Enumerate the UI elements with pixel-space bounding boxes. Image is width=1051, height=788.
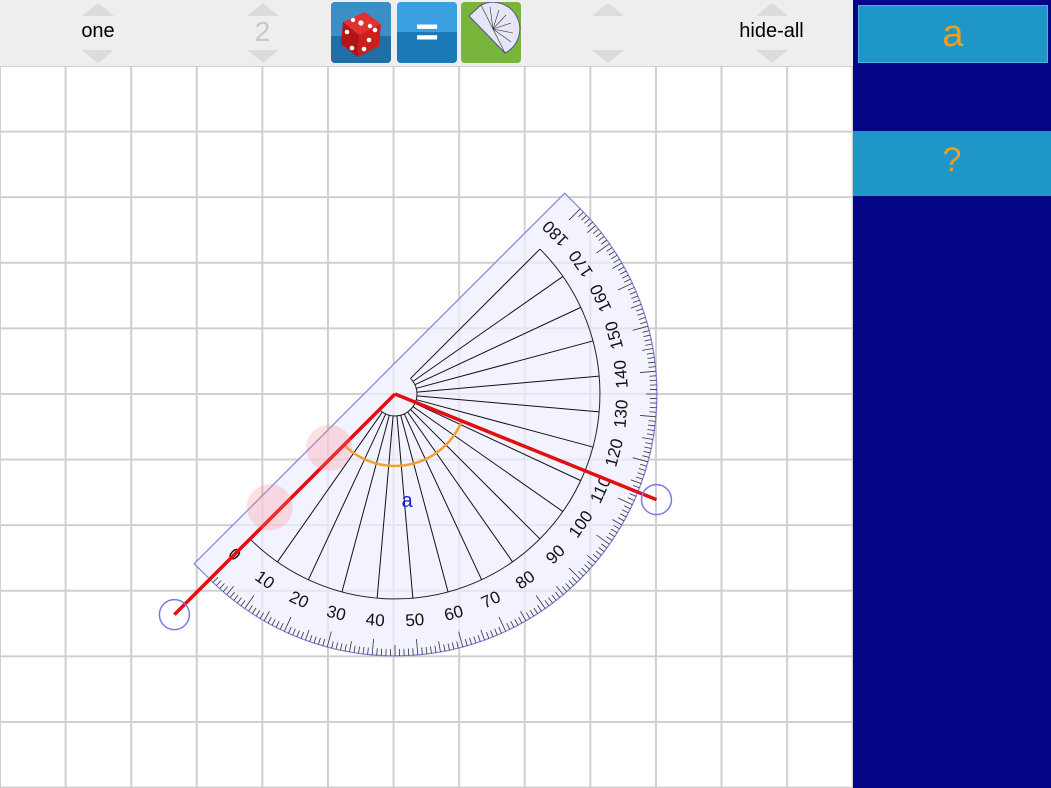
- protractor-scale-label: 40: [365, 610, 386, 631]
- protractor-rotate-handle[interactable]: [306, 424, 353, 471]
- protractor[interactable]: 0102030405060708090100110120130140150160…: [193, 192, 658, 657]
- geometry-layer: 0102030405060708090100110120130140150160…: [158, 192, 673, 657]
- protractor-move-handle[interactable]: [246, 484, 293, 531]
- angle-label: a: [401, 490, 413, 512]
- protractor-scale-label: 140: [610, 359, 631, 389]
- sidebar: a ?: [853, 0, 1051, 788]
- protractor-scale-label: 130: [610, 399, 631, 429]
- protractor-scale-label: 50: [405, 610, 426, 631]
- answer-button[interactable]: a: [858, 5, 1048, 63]
- hint-button[interactable]: ?: [853, 131, 1051, 196]
